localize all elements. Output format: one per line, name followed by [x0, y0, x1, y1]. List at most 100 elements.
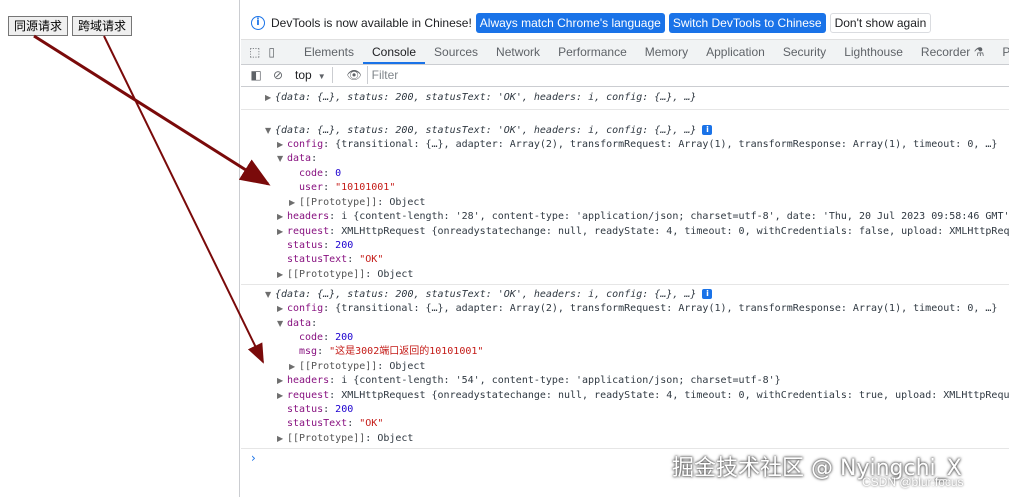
expand-triangle-icon: ▶ — [265, 93, 272, 102]
tab-elements[interactable]: Elements — [295, 40, 363, 64]
infobar-text: DevTools is now available in Chinese! — [271, 16, 472, 30]
statustext-value: "OK" — [359, 418, 384, 429]
language-infobar: i DevTools is now available in Chinese! … — [241, 9, 1009, 37]
property-status: status: 200 — [287, 404, 354, 415]
console-toolbar: ◧ ⊘ top ▼ 👁 Filter — [241, 64, 1009, 87]
collapse-triangle-icon: ▼ — [265, 290, 272, 299]
entry-divider — [241, 448, 1009, 449]
tab-console[interactable]: Console — [362, 40, 426, 64]
expand-triangle-icon: ▶ — [277, 227, 284, 236]
statustext-value: "OK" — [359, 254, 384, 265]
collapse-triangle-icon: ▼ — [277, 154, 284, 163]
tab-application[interactable]: Application — [697, 40, 774, 64]
expand-triangle-icon: ▶ — [277, 140, 284, 149]
context-label: top — [295, 68, 312, 82]
property-statustext: statusText: "OK" — [287, 254, 384, 265]
entry-summary: {data: {…}, status: 200, statusText: 'OK… — [275, 125, 697, 136]
config-value: {transitional: {…}, adapter: Array(2), t… — [335, 303, 998, 314]
tab-performance[interactable]: Performance — [549, 40, 636, 64]
property-msg: msg: "这是3002端口返回的10101001" — [299, 346, 484, 357]
property-prototype[interactable]: ▶ [[Prototype]]: Object — [241, 268, 1009, 282]
property-user: user: "10101001" — [299, 182, 396, 193]
collapse-triangle-icon: ▼ — [277, 319, 284, 328]
property-headers[interactable]: ▶ headers: i {content-length: '54', conte… — [241, 374, 1009, 388]
tab-recorder-label: Recorder — [920, 45, 971, 59]
switch-to-chinese-button[interactable]: Switch DevTools to Chinese — [668, 13, 826, 33]
property-status: status: 200 — [287, 240, 354, 251]
property-config[interactable]: ▶ config: {transitional: {…}, adapter: Ar… — [241, 138, 1009, 152]
expand-triangle-icon: ▶ — [277, 391, 284, 400]
tab-security[interactable]: Security — [774, 40, 835, 64]
headers-value: i {content-length: '54', content-type: '… — [341, 375, 781, 386]
cross-origin-request-button[interactable]: 跨域请求 — [72, 16, 132, 36]
inspect-element-icon[interactable]: ⬚ — [249, 45, 260, 59]
info-badge-icon: i — [702, 125, 713, 135]
console-prompt-icon[interactable]: › — [251, 451, 256, 465]
property-request[interactable]: ▶ request: XMLHttpRequest {onreadystatech… — [241, 389, 1009, 403]
msg-value: "这是3002端口返回的10101001" — [329, 346, 484, 357]
config-value: {transitional: {…}, adapter: Array(2), t… — [335, 139, 998, 150]
watermark-sub: CSDN @blur:focus — [862, 475, 964, 489]
property-headers[interactable]: ▶ headers: i {content-length: '28', conte… — [241, 210, 1009, 224]
prototype-value: Object — [389, 197, 426, 208]
console-entry-collapsed[interactable]: ▶ {data: {…}, status: 200, statusText: 'O… — [241, 91, 1009, 105]
request-value: XMLHttpRequest {onreadystatechange: null… — [341, 390, 1009, 401]
entry-summary: {data: {…}, status: 200, statusText: 'OK… — [275, 92, 697, 103]
always-match-language-button[interactable]: Always match Chrome's language — [475, 13, 665, 33]
tab-recorder[interactable]: Recorder ⚗ — [912, 40, 993, 64]
property-prototype[interactable]: ▶ [[Prototype]]: Object — [241, 360, 1009, 374]
toolbar-divider — [331, 67, 333, 83]
code-value: 200 — [335, 332, 354, 343]
user-value: "10101001" — [335, 182, 396, 193]
property-config[interactable]: ▶ config: {transitional: {…}, adapter: Ar… — [241, 302, 1009, 316]
console-output: ▶ {data: {…}, status: 200, statusText: 'O… — [241, 87, 1009, 497]
filter-input[interactable]: Filter — [366, 66, 992, 84]
status-value: 200 — [335, 404, 354, 415]
property-prototype[interactable]: ▶ [[Prototype]]: Object — [241, 196, 1009, 210]
flask-icon: ⚗ — [973, 45, 985, 59]
prototype-value: Object — [377, 433, 414, 444]
collapse-triangle-icon: ▼ — [265, 126, 272, 135]
context-selector[interactable]: top ▼ — [295, 68, 326, 82]
expand-triangle-icon: ▶ — [277, 270, 284, 279]
info-badge-icon: i — [702, 289, 713, 299]
device-toolbar-icon[interactable]: ▯ — [268, 45, 275, 59]
tab-lighthouse[interactable]: Lighthouse — [835, 40, 912, 64]
tab-sources[interactable]: Sources — [425, 40, 487, 64]
devtools-panel: i DevTools is now available in Chinese! … — [241, 0, 1009, 497]
dont-show-again-button[interactable]: Don't show again — [829, 13, 932, 33]
clear-console-icon[interactable]: ⊘ — [271, 68, 285, 82]
entry-divider — [241, 284, 1009, 285]
tab-network[interactable]: Network — [487, 40, 549, 64]
sidebar-toggle-icon[interactable]: ◧ — [249, 68, 263, 82]
expand-triangle-icon: ▶ — [277, 376, 284, 385]
info-icon: i — [251, 16, 265, 30]
property-statustext: statusText: "OK" — [287, 418, 384, 429]
property-data[interactable]: ▼ data: — [241, 152, 1009, 166]
status-value: 200 — [335, 240, 354, 251]
eye-icon[interactable]: 👁 — [347, 68, 362, 82]
entry-summary: {data: {…}, status: 200, statusText: 'OK… — [275, 289, 697, 300]
property-code: code: 0 — [299, 168, 342, 179]
property-code: code: 200 — [299, 332, 354, 343]
expand-triangle-icon: ▶ — [277, 304, 284, 313]
expand-triangle-icon: ▶ — [277, 212, 284, 221]
tab-memory[interactable]: Memory — [636, 40, 697, 64]
chevron-down-icon: ▼ — [317, 72, 326, 81]
entry-divider — [241, 109, 1009, 110]
devtools-tab-bar: ⬚ ▯ Elements Console Sources Network Per… — [241, 39, 1009, 65]
prototype-value: Object — [377, 269, 414, 280]
console-entry-expanded[interactable]: ▼ {data: {…}, status: 200, statusText: 'O… — [241, 124, 1009, 138]
tab-performance-insights[interactable]: Perf — [993, 40, 1009, 64]
request-value: XMLHttpRequest {onreadystatechange: null… — [341, 226, 1009, 237]
property-data[interactable]: ▼ data: — [241, 317, 1009, 331]
page-viewport: 同源请求 跨域请求 — [0, 0, 240, 497]
expand-triangle-icon: ▶ — [289, 362, 296, 371]
console-entry-expanded[interactable]: ▼ {data: {…}, status: 200, statusText: 'O… — [241, 288, 1009, 302]
headers-value: i {content-length: '28', content-type: '… — [341, 211, 1009, 222]
code-value: 0 — [335, 168, 342, 179]
property-prototype[interactable]: ▶ [[Prototype]]: Object — [241, 432, 1009, 446]
property-request[interactable]: ▶ request: XMLHttpRequest {onreadystatech… — [241, 225, 1009, 239]
same-origin-request-button[interactable]: 同源请求 — [8, 16, 68, 36]
prototype-value: Object — [389, 361, 426, 372]
